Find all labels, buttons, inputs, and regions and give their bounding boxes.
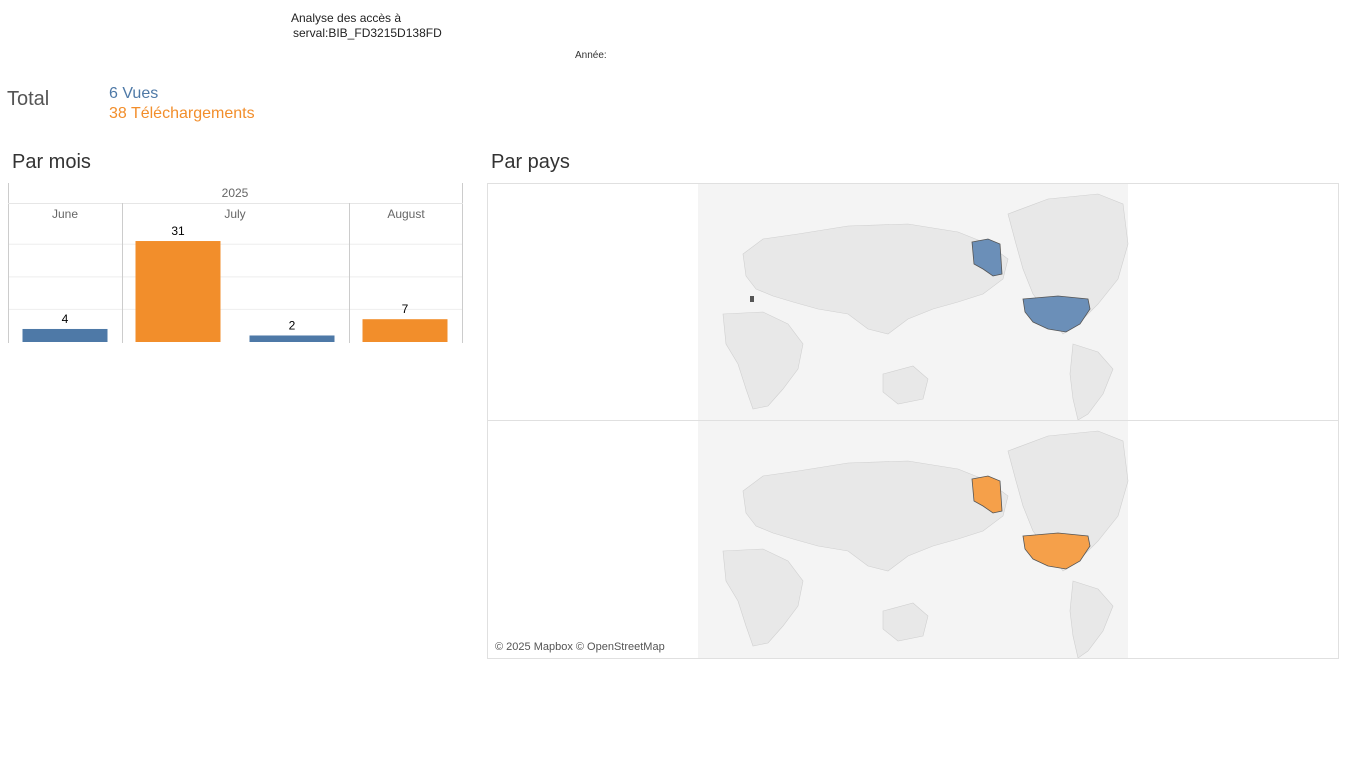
bar-august-downloads[interactable] (362, 319, 448, 342)
bar-value-label: 7 (402, 302, 409, 316)
year-filter-label[interactable]: Année: (575, 50, 607, 61)
country-marker-europe (750, 296, 754, 302)
by-country-title: Par pays (491, 151, 570, 173)
bar-june-views[interactable] (22, 328, 108, 342)
month-header-july: July (224, 207, 245, 221)
month-bar-chart[interactable]: 2025 June July August 4 31 2 7 (8, 183, 463, 343)
bar-value-label: 4 (62, 312, 69, 326)
title-line-1: Analyse des accès à (291, 11, 402, 25)
map-downloads[interactable] (487, 420, 1339, 659)
month-header-august: August (387, 207, 425, 221)
total-downloads: 38 Téléchargements (109, 105, 255, 122)
month-header-june: June (52, 207, 78, 221)
bar-value-label: 31 (171, 224, 185, 238)
by-month-title: Par mois (12, 151, 91, 173)
total-views: 6 Vues (109, 85, 159, 102)
bar-value-label: 2 (289, 318, 296, 332)
page-title: Analyse des accès à serval:BIB_FD3215D13… (291, 11, 442, 41)
map-attribution[interactable]: © 2025 Mapbox © OpenStreetMap (495, 641, 665, 653)
title-line-2: serval:BIB_FD3215D138FD (293, 26, 442, 40)
map-views[interactable] (487, 183, 1339, 421)
bar-july-downloads[interactable] (135, 241, 221, 342)
total-label: Total (7, 88, 50, 110)
bar-july-views[interactable] (249, 335, 335, 342)
year-header: 2025 (222, 186, 249, 200)
